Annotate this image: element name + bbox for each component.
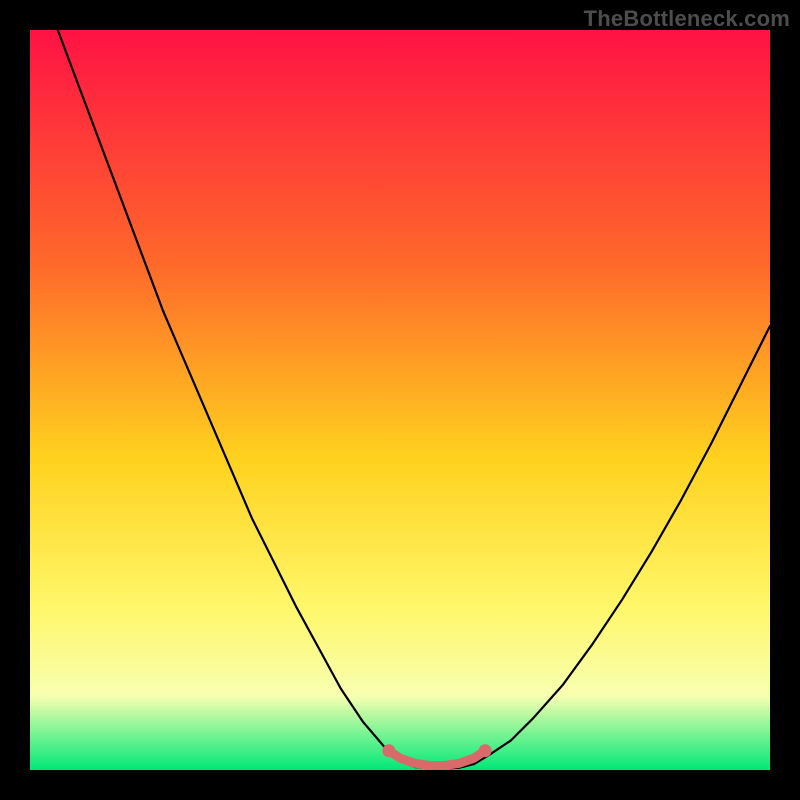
gradient-background xyxy=(30,30,770,770)
marker-dot xyxy=(382,744,395,757)
marker-dot xyxy=(479,744,492,757)
watermark-text: TheBottleneck.com xyxy=(584,6,790,32)
plot-area xyxy=(30,30,770,770)
chart-svg xyxy=(30,30,770,770)
chart-stage: TheBottleneck.com xyxy=(0,0,800,800)
